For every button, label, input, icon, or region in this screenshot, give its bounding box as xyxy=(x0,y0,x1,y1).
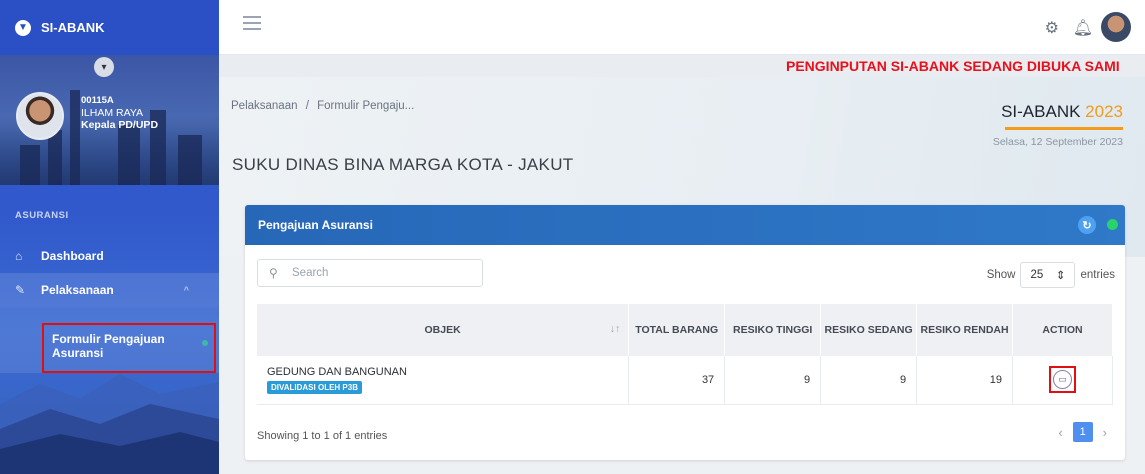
badge-date: Selasa, 12 September 2023 xyxy=(992,136,1123,148)
pagination: ‹ 1 › xyxy=(1058,422,1107,442)
sidebar: ▼ SI-ABANK ▾ 00115A ILHAM RAYA Kepala PD… xyxy=(0,0,219,474)
col-objek[interactable]: OBJEK ↓↑ xyxy=(257,304,630,356)
cell-total: 37 xyxy=(628,356,726,405)
badge-name: SI-ABANK xyxy=(1001,102,1081,121)
topbar: ⚙ 🔔︎ xyxy=(219,0,1145,55)
user-id: 00115A xyxy=(81,95,114,106)
prev-page-icon[interactable]: ‹ xyxy=(1058,425,1062,440)
user-info: 00115A ILHAM RAYA Kepala PD/UPD xyxy=(81,95,158,131)
card-header: Pengajuan Asuransi ↻ xyxy=(245,205,1125,245)
badge-year: 2023 xyxy=(1085,102,1123,121)
open-folder-icon[interactable]: ▭ xyxy=(1053,370,1073,390)
table-row: GEDUNG DAN BANGUNAN DIVALIDASI OLEH P3B … xyxy=(257,356,1113,405)
brand[interactable]: ▼ SI-ABANK xyxy=(0,0,219,55)
announcement-marquee: PENGINPUTAN SI-ABANK SEDANG DIBUKA SAMI xyxy=(219,55,1145,77)
next-page-icon[interactable]: › xyxy=(1103,425,1107,440)
col-resiko-tinggi[interactable]: RESIKO TINGGI xyxy=(724,304,822,356)
entries-select[interactable]: 25 ⇕ xyxy=(1020,262,1076,288)
sidebar-section-label: ASURANSI xyxy=(15,210,69,221)
entries-control: Show 25 ⇕ entries xyxy=(987,262,1115,288)
sidebar-item-pelaksanaan[interactable]: ✎ Pelaksanaan ^ xyxy=(0,273,219,307)
col-total[interactable]: TOTAL BARANG xyxy=(628,304,726,356)
breadcrumb-separator: / xyxy=(305,100,309,112)
action-highlight: ▭ xyxy=(1049,366,1077,394)
search-placeholder: Search xyxy=(292,267,329,279)
sidebar-item-dashboard[interactable]: ⌂ Dashboard xyxy=(0,239,219,273)
bell-icon[interactable]: 🔔︎ xyxy=(1073,18,1093,38)
sidebar-item-label: Dashboard xyxy=(41,249,104,263)
menu-hamburger-icon[interactable] xyxy=(243,16,261,34)
search-icon: ⚲ xyxy=(269,266,278,280)
validation-badge: DIVALIDASI OLEH P3B xyxy=(267,380,362,394)
page-title: SUKU DINAS BINA MARGA KOTA - JAKUT xyxy=(232,155,574,174)
cell-objek: GEDUNG DAN BANGUNAN DIVALIDASI OLEH P3B xyxy=(257,356,630,405)
cell-action: ▭ xyxy=(1012,356,1113,405)
announcement-text: PENGINPUTAN SI-ABANK SEDANG DIBUKA SAMI xyxy=(786,58,1120,74)
gear-icon[interactable]: ⚙ xyxy=(1045,18,1059,38)
cell-tinggi: 9 xyxy=(724,356,822,405)
app-badge: SI-ABANK 2023 Selasa, 12 September 2023 xyxy=(993,102,1123,148)
mountain-decoration xyxy=(0,374,219,474)
table-info: Showing 1 to 1 of 1 entries xyxy=(257,430,388,442)
user-avatar xyxy=(16,92,64,140)
status-dot-icon xyxy=(1107,219,1118,230)
collapse-toggle-icon[interactable]: ▾ xyxy=(94,57,114,77)
topbar-avatar[interactable] xyxy=(1101,12,1131,42)
col-resiko-sedang[interactable]: RESIKO SEDANG xyxy=(820,304,918,356)
edit-icon: ✎ xyxy=(15,283,26,297)
cell-rendah: 19 xyxy=(916,356,1014,405)
sort-icon: ↓↑ xyxy=(609,323,621,335)
refresh-icon[interactable]: ↻ xyxy=(1078,216,1096,234)
page-button[interactable]: 1 xyxy=(1072,422,1093,442)
pengajuan-card: Pengajuan Asuransi ↻ ⚲ Search Show 25 ⇕ … xyxy=(245,205,1125,460)
objek-name: GEDUNG DAN BANGUNAN xyxy=(267,365,407,378)
user-role: Kepala PD/UPD xyxy=(81,119,159,131)
breadcrumb: Pelaksanaan / Formulir Pengaju... xyxy=(231,100,414,112)
shield-logo-icon: ▼ xyxy=(15,19,31,36)
breadcrumb-root[interactable]: Pelaksanaan xyxy=(231,100,298,112)
chevron-up-icon: ^ xyxy=(183,285,189,295)
home-icon: ⌂ xyxy=(15,249,23,263)
col-action: ACTION xyxy=(1012,304,1113,356)
active-dot-icon xyxy=(202,340,208,346)
cell-sedang: 9 xyxy=(820,356,918,405)
updown-icon: ⇕ xyxy=(1055,270,1066,282)
search-input[interactable]: ⚲ Search xyxy=(257,259,483,287)
brand-name: SI-ABANK xyxy=(41,20,105,35)
user-name: ILHAM RAYA xyxy=(81,107,144,119)
profile-panel: ▾ 00115A ILHAM RAYA Kepala PD/UPD xyxy=(0,55,219,185)
card-title: Pengajuan Asuransi xyxy=(258,218,373,232)
data-table: OBJEK ↓↑ TOTAL BARANG RESIKO TINGGI RESIK… xyxy=(257,304,1113,405)
col-resiko-rendah[interactable]: RESIKO RENDAH xyxy=(916,304,1014,356)
sidebar-item-label: Pelaksanaan xyxy=(41,283,114,297)
breadcrumb-current: Formulir Pengaju... xyxy=(317,100,415,112)
show-label: Show xyxy=(986,269,1016,281)
entries-value: 25 xyxy=(1030,269,1044,281)
entries-label: entries xyxy=(1080,269,1115,281)
